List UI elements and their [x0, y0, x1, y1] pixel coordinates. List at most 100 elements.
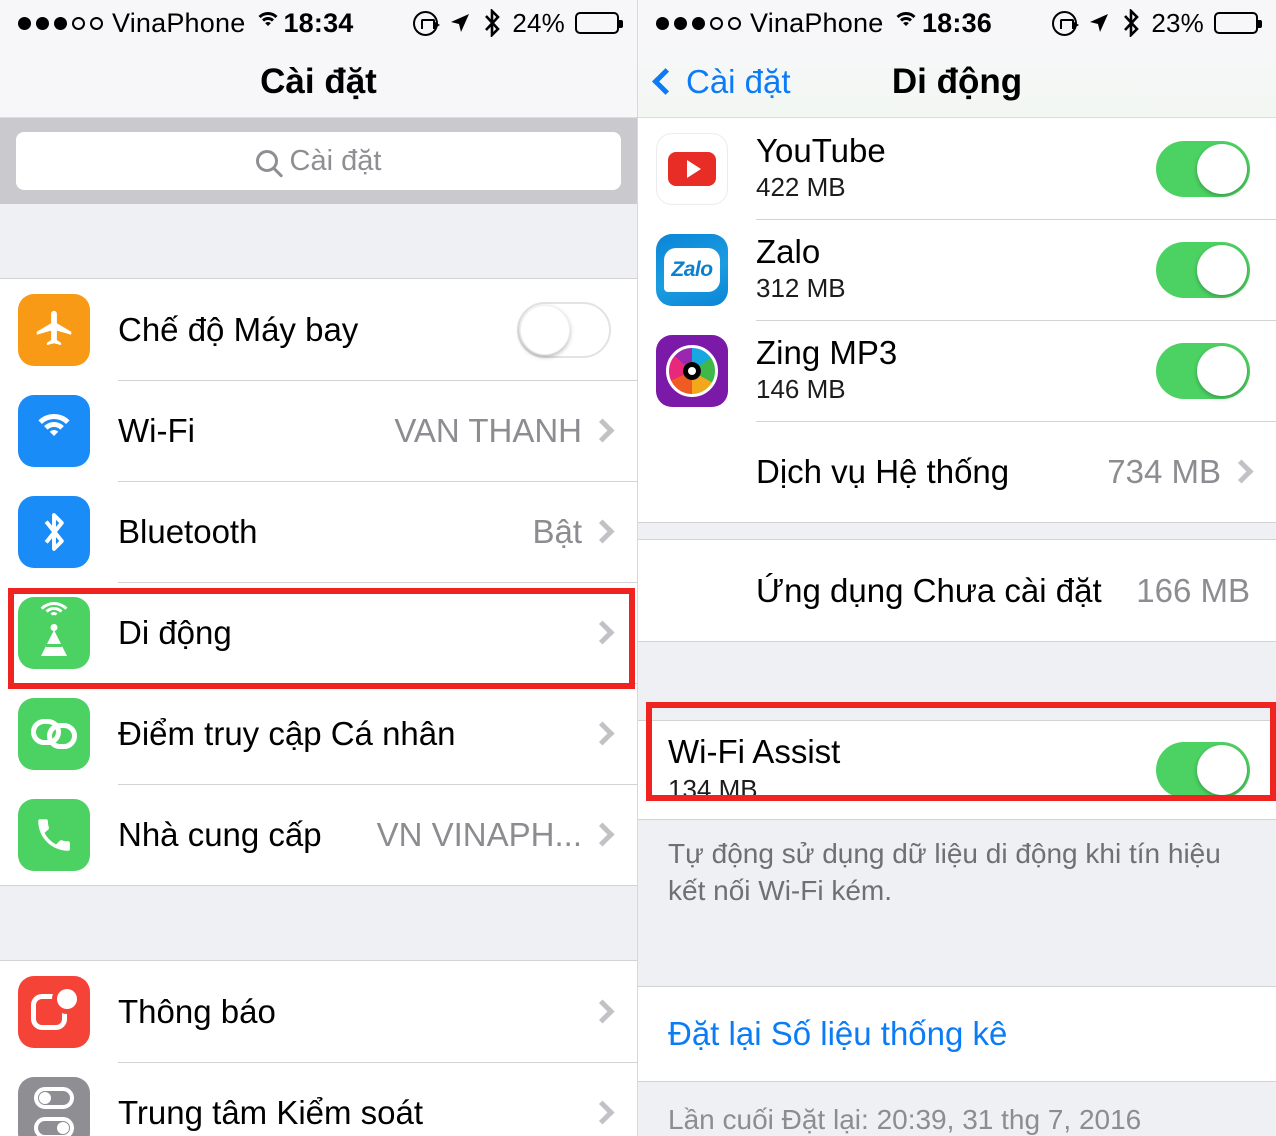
last-reset-text: Lần cuối Đặt lại: 20:39, 31 thg 7, 2016	[638, 1081, 1276, 1136]
signal-strength-dots	[18, 16, 103, 30]
row-system-services[interactable]: Dịch vụ Hệ thống 734 MB	[638, 421, 1276, 522]
wifi-assist-group: Wi-Fi Assist 134 MB	[638, 720, 1276, 820]
search-input[interactable]: Cài đặt	[16, 132, 621, 190]
location-arrow-icon	[1090, 14, 1109, 32]
wifi-icon	[18, 394, 90, 467]
zalo-cellular-toggle[interactable]	[1156, 241, 1250, 298]
settings-row-label: Di động	[118, 613, 232, 651]
rotation-lock-icon	[413, 10, 441, 36]
search-placeholder: Cài đặt	[289, 144, 382, 177]
airplane-mode-toggle[interactable]	[517, 301, 611, 358]
system-services-value: 734 MB	[1107, 452, 1221, 490]
chevron-right-icon	[590, 418, 615, 443]
left-screen-settings: VinaPhone 18:34 24% Cài đặt Cài đặt Chế …	[0, 0, 638, 1136]
settings-row-label: Chế độ Máy bay	[118, 310, 359, 348]
app-info: YouTube 422 MB	[756, 131, 1156, 204]
status-bar-right: VinaPhone 18:36 23%	[638, 0, 1276, 46]
app-data-usage: 146 MB	[756, 374, 846, 405]
signal-strength-dots	[656, 16, 741, 30]
right-screen-cellular: VinaPhone 18:36 23% Cài đặt Di động YouT…	[638, 0, 1276, 1136]
row-wifi-assist[interactable]: Wi-Fi Assist 134 MB	[638, 721, 1276, 819]
page-title: Cài đặt	[260, 61, 377, 101]
nav-bar-right: Cài đặt Di động	[638, 46, 1276, 118]
section-gap-1	[0, 204, 637, 278]
back-button[interactable]: Cài đặt	[638, 63, 791, 101]
settings-row-bluetooth[interactable]: Bluetooth Bật	[0, 481, 637, 582]
app-info: Zalo 312 MB	[756, 232, 1156, 305]
status-bar-right-group: 24%	[413, 8, 623, 39]
status-bar-left: VinaPhone 18:34 24%	[0, 0, 637, 46]
chevron-left-icon	[652, 68, 679, 95]
youtube-cellular-toggle[interactable]	[1156, 140, 1250, 197]
wifi-icon	[892, 12, 920, 34]
settings-row-airplane-mode[interactable]: Chế độ Máy bay	[0, 279, 637, 380]
zing-mp3-cellular-toggle[interactable]	[1156, 342, 1250, 399]
zalo-icon: Zalo	[656, 233, 728, 306]
uninstalled-apps-value: 166 MB	[1136, 571, 1250, 609]
control-center-icon	[18, 1076, 90, 1136]
app-name: Zing MP3	[756, 333, 898, 371]
reset-statistics-label: Đặt lại Số liệu thống kê	[668, 1014, 1008, 1052]
search-icon	[255, 150, 278, 172]
nav-bar-left: Cài đặt	[0, 46, 637, 118]
screenshot-root: VinaPhone 18:34 24% Cài đặt Cài đặt Chế …	[0, 0, 1276, 1136]
notifications-icon	[18, 975, 90, 1048]
wifi-assist-toggle[interactable]	[1156, 742, 1250, 798]
settings-row-notifications[interactable]: Thông báo	[0, 961, 637, 1062]
chevron-right-icon	[590, 620, 615, 645]
uninstalled-apps-label: Ứng dụng Chưa cài đặt	[756, 571, 1102, 609]
wifi-network-value: VAN THANH	[394, 411, 582, 449]
section-gap-3	[638, 523, 1276, 539]
settings-group-system: Thông báo Trung tâm Kiểm soát	[0, 960, 637, 1136]
app-row-youtube[interactable]: YouTube 422 MB	[638, 118, 1276, 219]
chevron-right-icon	[590, 822, 615, 847]
rotation-lock-icon	[1052, 10, 1080, 36]
status-bar-left-group: VinaPhone	[656, 7, 920, 39]
settings-row-label: Wi-Fi	[118, 411, 195, 449]
settings-row-wifi[interactable]: Wi-Fi VAN THANH	[0, 380, 637, 481]
settings-row-cellular[interactable]: Di động	[0, 582, 637, 683]
app-data-usage: 312 MB	[756, 273, 846, 304]
airplane-icon	[18, 293, 90, 366]
cellular-icon	[18, 596, 90, 669]
reset-statistics-button[interactable]: Đặt lại Số liệu thống kê	[638, 985, 1276, 1082]
wifi-assist-info: Wi-Fi Assist 134 MB	[668, 735, 1156, 805]
app-data-usage: 422 MB	[756, 172, 846, 203]
hotspot-icon	[18, 697, 90, 770]
battery-percent: 23%	[1151, 7, 1204, 38]
settings-row-control-center[interactable]: Trung tâm Kiểm soát	[0, 1062, 637, 1136]
phone-icon	[18, 798, 90, 871]
wifi-assist-data-usage: 134 MB	[668, 773, 758, 804]
settings-group-connectivity: Chế độ Máy bay Wi-Fi VAN THANH Bluetooth…	[0, 278, 637, 886]
bluetooth-icon	[1124, 9, 1140, 37]
app-row-zing-mp3[interactable]: Zing MP3 146 MB	[638, 320, 1276, 421]
settings-row-label: Bluetooth	[118, 512, 258, 550]
app-row-zalo[interactable]: Zalo Zalo 312 MB	[638, 219, 1276, 320]
zing-mp3-icon	[656, 334, 728, 407]
chevron-right-icon	[590, 1100, 615, 1125]
settings-row-personal-hotspot[interactable]: Điểm truy cập Cá nhân	[0, 683, 637, 784]
section-gap-5	[638, 931, 1276, 986]
carrier-value: VN VINAPH...	[376, 815, 582, 853]
row-uninstalled-apps: Ứng dụng Chưa cài đặt 166 MB	[638, 540, 1276, 641]
youtube-icon	[656, 132, 728, 205]
settings-row-label: Điểm truy cập Cá nhân	[118, 714, 456, 752]
app-info: Zing MP3 146 MB	[756, 333, 1156, 406]
back-button-label: Cài đặt	[686, 62, 791, 100]
system-services-label: Dịch vụ Hệ thống	[756, 452, 1010, 490]
chevron-right-icon	[1229, 459, 1254, 484]
app-name: Zalo	[756, 232, 821, 270]
settings-row-carrier[interactable]: Nhà cung cấp VN VINAPH...	[0, 784, 637, 885]
uninstalled-apps-group: Ứng dụng Chưa cài đặt 166 MB	[638, 539, 1276, 642]
battery-icon	[575, 12, 623, 34]
section-gap-4	[638, 642, 1276, 720]
app-name: YouTube	[756, 131, 886, 169]
battery-icon	[1214, 12, 1262, 34]
cellular-apps-group: YouTube 422 MB Zalo Zalo 312 MB Zing MP3…	[638, 118, 1276, 523]
carrier-name: VinaPhone	[750, 7, 884, 38]
location-arrow-icon	[451, 14, 470, 32]
carrier-name: VinaPhone	[112, 7, 246, 38]
search-bar-container: Cài đặt	[0, 118, 637, 204]
chevron-right-icon	[590, 519, 615, 544]
bluetooth-icon	[18, 495, 90, 568]
